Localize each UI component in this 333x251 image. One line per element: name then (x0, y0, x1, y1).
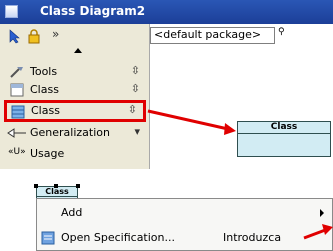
annotation-arrow-to-menu (303, 224, 333, 240)
annotation-arrows (147, 109, 333, 240)
annotation-arrow-to-class (147, 109, 236, 135)
